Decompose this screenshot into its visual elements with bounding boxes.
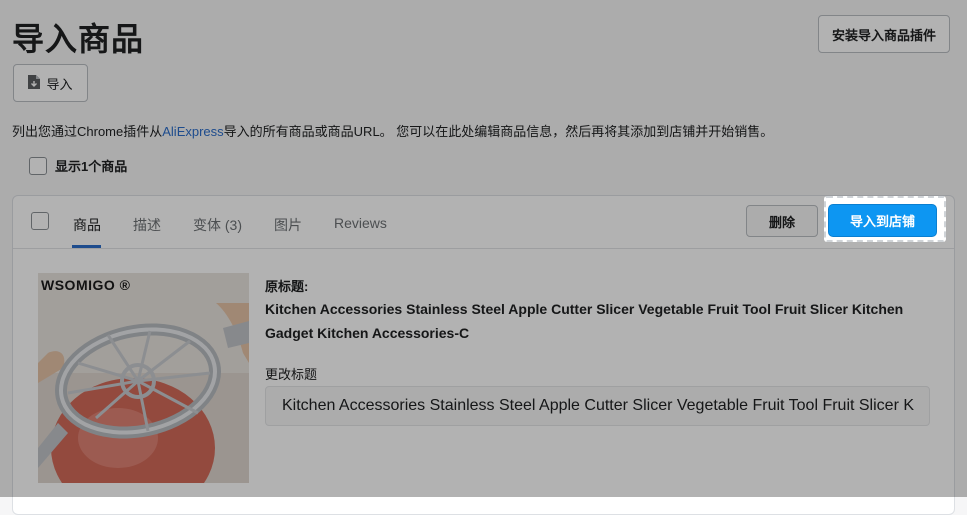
active-tab-indicator (72, 245, 101, 248)
show-products-row: 显示1个商品 (29, 156, 127, 175)
tab-description[interactable]: 描述 (133, 215, 161, 235)
delete-button[interactable]: 删除 (746, 205, 818, 237)
original-title-label: 原标题: (265, 279, 309, 294)
push-to-store-button[interactable]: 导入到店铺 (828, 204, 937, 237)
image-brand-text: WSOMIGO ® (41, 277, 131, 293)
product-image[interactable]: WSOMIGO ® (38, 273, 249, 483)
apple-slicer-illustration (38, 273, 249, 483)
aliexpress-link[interactable]: AliExpress (162, 124, 223, 139)
description-prefix: 列出您通过Chrome插件从 (12, 124, 163, 139)
import-button-label: 导入 (46, 76, 73, 92)
page-description: 列出您通过Chrome插件从AliExpress导入的所有商品或商品URL。 您… (12, 121, 773, 140)
import-file-icon (28, 74, 41, 92)
show-count-label: 显示1个商品 (55, 159, 128, 174)
tab-reviews[interactable]: Reviews (334, 215, 387, 231)
tab-images[interactable]: 图片 (274, 215, 302, 235)
tab-product[interactable]: 商品 (73, 215, 101, 235)
page-title: 导入商品 (12, 21, 145, 57)
product-card-header: 商品 描述 变体 (3) 图片 Reviews 删除 (13, 196, 954, 249)
install-plugin-button[interactable]: 安装导入商品插件 (818, 15, 950, 53)
select-all-checkbox[interactable] (29, 156, 47, 175)
import-button[interactable]: 导入 (13, 64, 88, 102)
tab-variants[interactable]: 变体 (3) (193, 215, 242, 235)
original-title-text: Kitchen Accessories Stainless Steel Appl… (265, 301, 904, 341)
edit-title-input[interactable]: Kitchen Accessories Stainless Steel Appl… (265, 386, 930, 426)
product-checkbox[interactable] (31, 212, 49, 230)
edit-title-label: 更改标题 (265, 367, 318, 382)
product-card: 商品 描述 变体 (3) 图片 Reviews 删除 WSOMIGO ® 原标题… (12, 195, 955, 515)
description-suffix: 导入的所有商品或商品URL。 您可以在此处编辑商品信息，然后再将其添加到店铺并开… (223, 124, 774, 139)
